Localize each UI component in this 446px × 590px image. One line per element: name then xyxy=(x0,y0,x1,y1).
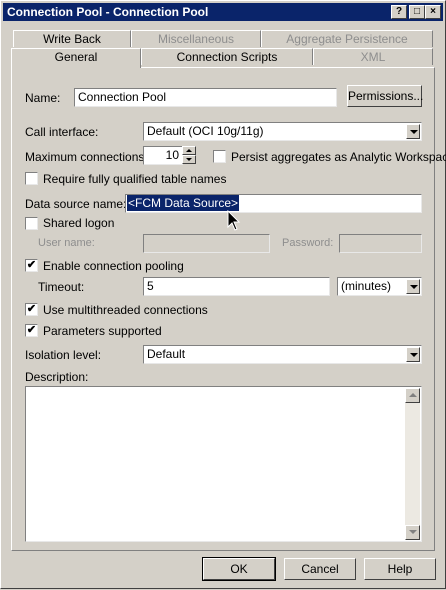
scroll-down-icon[interactable] xyxy=(405,525,420,540)
call-interface-value: Default (OCI 10g/11g) xyxy=(147,124,264,138)
timeout-label: Timeout: xyxy=(38,280,85,294)
require-qualified-checkbox[interactable] xyxy=(25,172,38,185)
user-name-label: User name: xyxy=(38,237,95,249)
call-interface-label: Call interface: xyxy=(25,125,99,139)
isolation-label: Isolation level: xyxy=(25,348,102,362)
mouse-cursor-icon xyxy=(227,210,241,231)
chevron-down-icon[interactable] xyxy=(406,279,420,294)
multithreaded-checkbox[interactable]: ✔ xyxy=(25,303,38,316)
description-textarea[interactable] xyxy=(25,386,422,542)
scroll-up-icon[interactable] xyxy=(405,388,420,403)
description-label: Description: xyxy=(25,370,89,384)
enable-pooling-label: Enable connection pooling xyxy=(43,259,184,273)
general-content: Name: Connection Pool Permissions... Cal… xyxy=(1,1,446,590)
data-source-selected-text: <FCM Data Source> xyxy=(127,195,240,211)
persist-aggregates-label: Persist aggregates as Analytic Workspace xyxy=(231,150,446,164)
max-connections-label: Maximum connections: xyxy=(25,150,148,164)
require-qualified-label: Require fully qualified table names xyxy=(43,172,227,186)
chevron-down-icon[interactable] xyxy=(406,124,420,139)
isolation-value: Default xyxy=(147,347,186,361)
permissions-button[interactable]: Permissions... xyxy=(347,85,423,107)
persist-aggregates-checkbox[interactable] xyxy=(213,150,226,163)
shared-logon-label: Shared logon xyxy=(43,216,115,230)
user-name-input[interactable] xyxy=(143,234,270,253)
name-label: Name: xyxy=(25,91,61,105)
params-supported-label: Parameters supported xyxy=(43,324,162,338)
spin-up-icon[interactable] xyxy=(182,146,196,155)
connection-pool-dialog: Connection Pool - Connection Pool ? □ × … xyxy=(0,0,446,589)
password-input[interactable] xyxy=(339,234,422,253)
shared-logon-checkbox[interactable] xyxy=(25,217,38,230)
password-label: Password: xyxy=(282,237,334,249)
multithreaded-label: Use multithreaded connections xyxy=(43,303,208,317)
chevron-down-icon[interactable] xyxy=(406,347,420,362)
description-scrollbar[interactable] xyxy=(405,388,420,540)
max-connections-input[interactable]: 10 xyxy=(143,146,183,165)
isolation-select[interactable]: Default xyxy=(143,345,422,364)
spin-down-icon[interactable] xyxy=(182,155,196,164)
timeout-input[interactable]: 5 xyxy=(143,277,330,296)
data-source-label: Data source name: xyxy=(25,197,127,211)
timeout-unit-select[interactable]: (minutes) xyxy=(337,277,422,296)
timeout-unit-value: (minutes) xyxy=(341,279,392,293)
data-source-input[interactable]: <FCM Data Source> xyxy=(125,194,422,213)
name-input[interactable]: Connection Pool xyxy=(74,88,337,107)
params-supported-checkbox[interactable]: ✔ xyxy=(25,324,38,337)
max-connections-stepper[interactable] xyxy=(182,146,196,165)
enable-pooling-checkbox[interactable]: ✔ xyxy=(25,259,38,272)
call-interface-select[interactable]: Default (OCI 10g/11g) xyxy=(143,122,422,141)
